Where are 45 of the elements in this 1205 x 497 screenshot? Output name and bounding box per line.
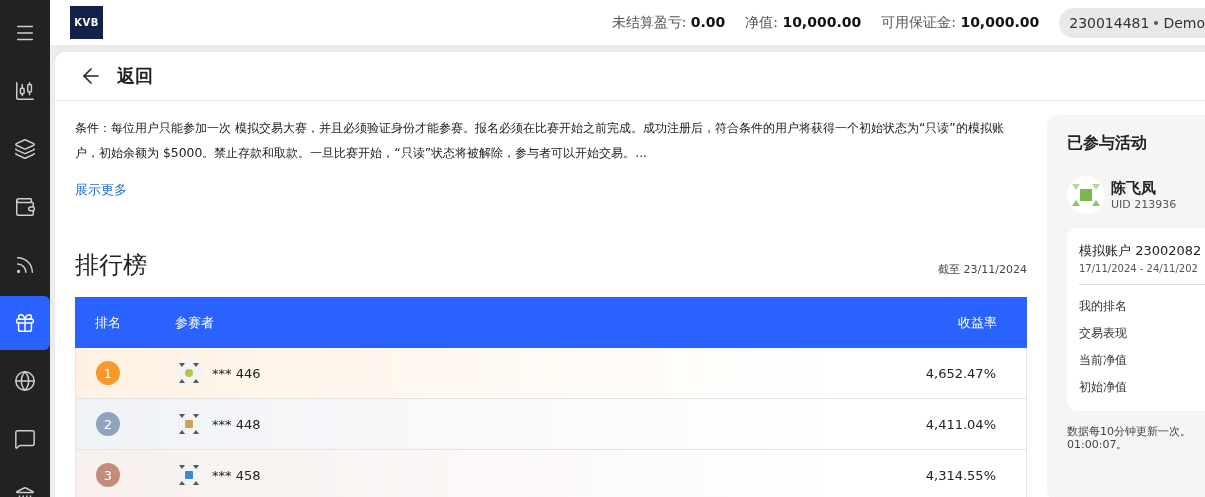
return-rate: 4,411.04%	[924, 416, 996, 432]
rank-badge: 2	[96, 412, 120, 436]
contest-period: 17/11/2024 - 24/11/202	[1079, 263, 1199, 274]
return-rate: 4,652.47%	[924, 365, 996, 381]
metric-label: 交易表现	[1079, 325, 1128, 342]
candlestick-icon	[14, 80, 36, 102]
account-stat: 可用保证金: 10,000.00	[881, 13, 1040, 32]
update-note: 数据每10分钟更新一次。	[1067, 425, 1192, 438]
update-note: 01:00:07。	[1067, 438, 1129, 451]
avatar-icon	[176, 411, 202, 437]
show-more-link[interactable]: 展示更多	[75, 181, 127, 199]
conditions-text: 条件：每位用户只能参加一次 模拟交易大赛，并且必须验证身份才能参赛。报名必须在比赛开始之前完成。成功注册后，符合条件的用户将获得一个初始状态为“只读”的模拟账户，初始余额为 $5000。禁止存款和取款。一旦比赛开始，“只读”状态将被解除，参与者可以开始交易。...	[75, 119, 1005, 162]
user-avatar-icon	[1067, 176, 1105, 214]
globe-icon	[14, 370, 36, 392]
metric-label: 我的排名	[1079, 298, 1128, 315]
logo: KVB	[70, 6, 103, 39]
participant-name: *** 446	[212, 365, 261, 381]
layers-icon	[14, 138, 36, 160]
feed-icon	[14, 254, 36, 276]
gift-icon	[14, 312, 36, 334]
leaderboard-title: 排行榜	[75, 250, 147, 281]
panel-title: 已参与活动	[1067, 133, 1148, 154]
sidebar-item[interactable]	[0, 296, 50, 350]
metric-label: 初始净值	[1079, 379, 1128, 396]
participant-name: *** 448	[212, 416, 261, 432]
metric-label: 当前净值	[1079, 352, 1128, 369]
as-of-date: 截至 23/11/2024	[938, 262, 1027, 277]
rank-badge: 3	[96, 463, 120, 487]
account-selector[interactable]: 230014481 Demo	[1059, 7, 1205, 38]
account-stat: 净值: 10,000.00	[745, 13, 862, 32]
avatar-icon	[176, 462, 202, 488]
wallet-icon	[14, 196, 36, 218]
rank-badge: 1	[96, 361, 120, 385]
avatar-icon	[176, 360, 202, 386]
column-header: 排名	[95, 313, 122, 332]
user-name: 陈飞凤	[1111, 179, 1157, 198]
back-button[interactable]: 返回	[79, 64, 153, 88]
account-name: 模拟账户 23002082	[1079, 242, 1203, 260]
column-header: 收益率	[957, 313, 997, 332]
chat-icon	[14, 428, 36, 450]
column-header: 参赛者	[175, 313, 215, 332]
return-rate: 4,314.55%	[924, 467, 996, 483]
account-stat: 未结算盈亏: 0.00	[611, 13, 726, 32]
user-id: UID 213936	[1111, 198, 1177, 211]
participant-name: *** 458	[212, 467, 261, 483]
